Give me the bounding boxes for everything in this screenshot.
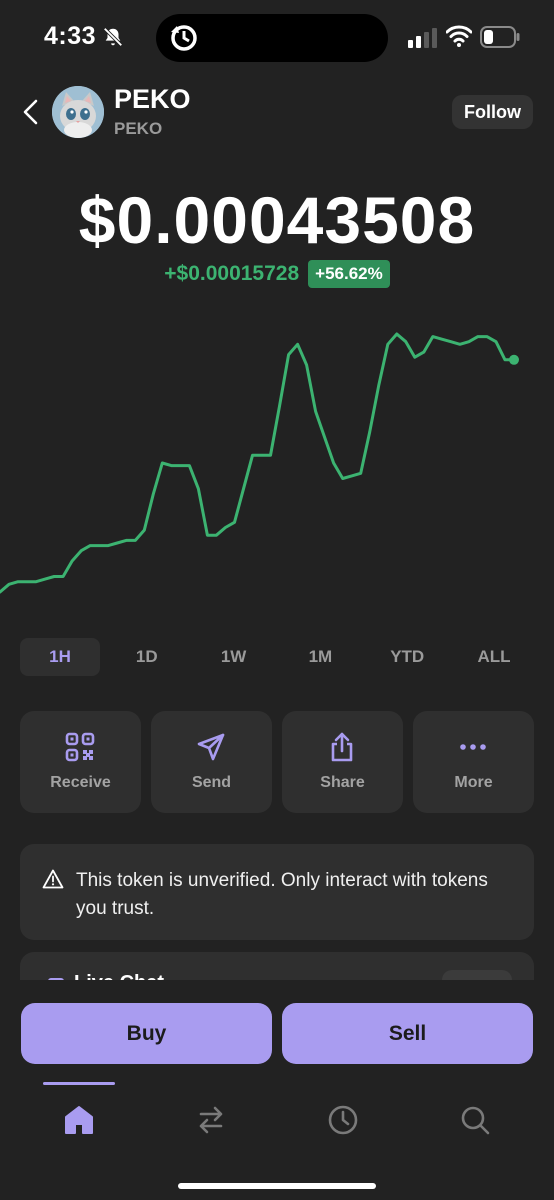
range-tab-1m[interactable]: 1M — [280, 638, 360, 676]
sync-icon — [171, 25, 197, 51]
nav-active-indicator — [43, 1082, 115, 1085]
wifi-icon — [446, 25, 472, 47]
screen: 4:33 PEKO PEKO Follow $0.00043508 +$0.00… — [0, 0, 554, 1200]
send-icon — [197, 733, 225, 761]
range-tab-ytd[interactable]: YTD — [367, 638, 447, 676]
send-button[interactable]: Send — [151, 711, 272, 813]
price-chart[interactable] — [0, 320, 554, 610]
price-change: +$0.00015728 +56.62% — [0, 260, 554, 288]
more-icon — [460, 744, 486, 750]
share-icon — [331, 732, 353, 762]
status-time: 4:33 — [44, 22, 97, 50]
token-name: PEKO — [114, 84, 191, 114]
buy-button[interactable]: Buy — [21, 1003, 272, 1064]
search-icon[interactable] — [457, 1102, 493, 1138]
price-change-percent-badge: +56.62% — [308, 260, 390, 288]
receive-label: Receive — [50, 774, 111, 791]
action-row: Receive Send Share More — [20, 711, 534, 813]
time-range-tabs: 1H 1D 1W 1M YTD ALL — [20, 638, 534, 676]
range-tab-1h[interactable]: 1H — [20, 638, 100, 676]
range-tab-1d[interactable]: 1D — [107, 638, 187, 676]
history-clock-icon[interactable] — [325, 1102, 361, 1138]
token-symbol: PEKO — [114, 119, 163, 138]
token-price: $0.00043508 — [78, 183, 476, 257]
home-indicator — [178, 1183, 376, 1189]
range-tab-1w[interactable]: 1W — [194, 638, 274, 676]
dynamic-island — [156, 14, 388, 62]
warning-text: This token is unverified. Only interact … — [76, 870, 488, 919]
status-bar: 4:33 — [0, 0, 554, 76]
signal-icon — [408, 28, 437, 48]
qr-code-icon — [65, 732, 95, 762]
back-chevron-icon[interactable] — [20, 98, 42, 126]
swap-icon[interactable] — [193, 1102, 229, 1138]
more-label: More — [454, 774, 493, 791]
send-label: Send — [191, 774, 232, 791]
more-button[interactable]: More — [413, 711, 534, 813]
bell-off-icon — [103, 27, 123, 47]
range-tab-all[interactable]: ALL — [454, 638, 534, 676]
token-avatar — [52, 86, 104, 138]
chart-series-line — [0, 332, 516, 594]
follow-button[interactable]: Follow — [452, 95, 533, 129]
home-icon[interactable] — [61, 1102, 97, 1138]
share-label: Share — [320, 774, 365, 791]
receive-button[interactable]: Receive — [20, 711, 141, 813]
warning-icon — [42, 869, 64, 889]
sell-button[interactable]: Sell — [282, 1003, 533, 1064]
share-button[interactable]: Share — [282, 711, 403, 813]
battery-icon — [480, 26, 520, 48]
unverified-warning: This token is unverified. Only interact … — [20, 844, 534, 940]
cat-avatar-icon — [52, 86, 104, 138]
price-change-value: +$0.00015728 — [164, 262, 300, 285]
chart-current-point — [509, 354, 519, 365]
